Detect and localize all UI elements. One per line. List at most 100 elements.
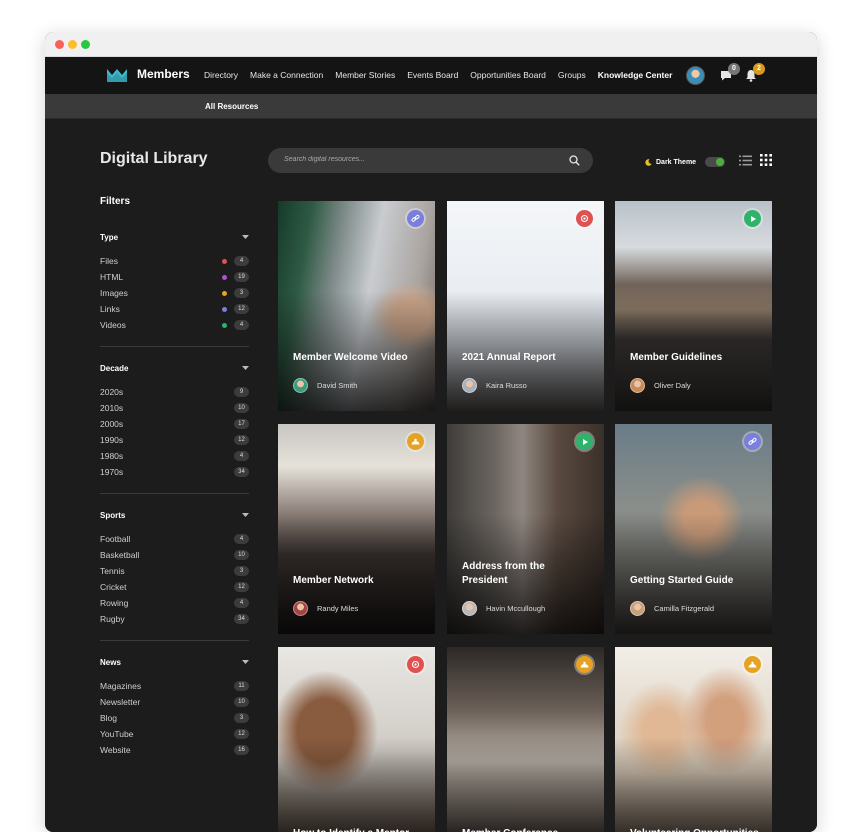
resource-card[interactable]: Volunteering Opportunities — [615, 647, 772, 832]
filter-group-header[interactable]: News — [100, 656, 249, 668]
app-name[interactable]: Members — [137, 67, 190, 81]
filter-item-2000s[interactable]: 2000s 17 — [100, 416, 249, 432]
filter-item-html[interactable]: HTML 19 — [100, 269, 249, 285]
maximize-window-button[interactable] — [81, 40, 90, 49]
filter-item-1980s[interactable]: 1980s 4 — [100, 448, 249, 464]
resource-card[interactable]: How to Identify a Mentor — [278, 647, 435, 832]
chevron-down-icon[interactable] — [242, 660, 249, 664]
filter-item-count: 10 — [234, 550, 249, 560]
filter-group-title: News — [100, 657, 121, 667]
minimize-window-button[interactable] — [68, 40, 77, 49]
filter-item-label: Magazines — [100, 681, 142, 691]
resource-card-title: Member Conference Photos — [462, 827, 592, 832]
resource-card[interactable]: Address from the President Havin Mccullou… — [447, 424, 604, 634]
nav-link-make-a-connection[interactable]: Make a Connection — [250, 70, 323, 80]
nav-link-member-stories[interactable]: Member Stories — [335, 70, 395, 80]
filter-item-magazines[interactable]: Magazines 11 — [100, 678, 249, 694]
search-icon[interactable] — [569, 155, 580, 166]
resource-card-author: Camilla Fitzgerald — [630, 601, 714, 616]
chevron-down-icon[interactable] — [242, 235, 249, 239]
filter-item-count: 4 — [234, 451, 249, 461]
grid-view-icon[interactable] — [760, 154, 772, 166]
filter-item-1990s[interactable]: 1990s 12 — [100, 432, 249, 448]
list-view-icon[interactable] — [739, 155, 752, 166]
nav-link-knowledge-center[interactable]: Knowledge Center — [598, 70, 673, 80]
filter-divider — [100, 640, 249, 641]
filter-item-videos[interactable]: Videos 4 — [100, 317, 249, 333]
filter-item-1970s[interactable]: 1970s 34 — [100, 464, 249, 480]
filter-item-count: 19 — [234, 272, 249, 282]
filter-item-label: 2020s — [100, 387, 124, 397]
user-avatar[interactable] — [686, 66, 705, 85]
nav-link-events-board[interactable]: Events Board — [407, 70, 458, 80]
nav-link-groups[interactable]: Groups — [558, 70, 586, 80]
filters-sidebar: Filters Type Files 4 HTML 19 Images 3 Links 12 Vi… — [100, 196, 249, 758]
filter-item-label: Videos — [100, 320, 126, 330]
link-icon — [744, 433, 761, 450]
filter-item-rowing[interactable]: Rowing 4 — [100, 595, 249, 611]
filter-item-images[interactable]: Images 3 — [100, 285, 249, 301]
filter-item-2020s[interactable]: 2020s 9 — [100, 384, 249, 400]
filter-item-rugby[interactable]: Rugby 34 — [100, 611, 249, 627]
filter-item-label: Website — [100, 745, 131, 755]
filter-item-cricket[interactable]: Cricket 12 — [100, 579, 249, 595]
filter-item-newsletter[interactable]: Newsletter 10 — [100, 694, 249, 710]
search-input[interactable] — [284, 156, 544, 163]
filter-item-count: 10 — [234, 697, 249, 707]
resource-card[interactable]: Member Welcome Video David Smith — [278, 201, 435, 411]
filter-item-football[interactable]: Football 4 — [100, 531, 249, 547]
resource-card-title: Address from the President — [462, 561, 545, 586]
resource-card-title: Member Network — [293, 575, 374, 586]
filter-group-header[interactable]: Sports — [100, 509, 249, 521]
filter-item-2010s[interactable]: 2010s 10 — [100, 400, 249, 416]
chevron-down-icon[interactable] — [242, 513, 249, 517]
top-navigation: Members Directory Make a Connection Member… — [45, 57, 817, 94]
chevron-down-icon[interactable] — [242, 366, 249, 370]
filter-group-header[interactable]: Type — [100, 231, 249, 243]
filter-divider — [100, 493, 249, 494]
resource-card-author: Havin Mccullough — [462, 601, 545, 616]
filter-item-label: YouTube — [100, 729, 134, 739]
filter-group-title: Decade — [100, 363, 129, 373]
window-chrome — [45, 32, 817, 57]
resource-card-title: Member Guidelines — [630, 352, 723, 363]
filter-item-label: Blog — [100, 713, 118, 723]
chat-count-badge: 0 — [728, 63, 740, 75]
author-name: Kaira Russo — [486, 381, 527, 390]
close-window-button[interactable] — [55, 40, 64, 49]
filter-item-website[interactable]: Website 16 — [100, 742, 249, 758]
resource-card[interactable]: Member Network Randy Miles — [278, 424, 435, 634]
filter-item-basketball[interactable]: Basketball 10 — [100, 547, 249, 563]
resource-card-title: 2021 Annual Report — [462, 352, 556, 363]
filter-item-youtube[interactable]: YouTube 12 — [100, 726, 249, 742]
filter-group-news: News Magazines 11 Newsletter 10 Blog 3 YouTube 1… — [100, 656, 249, 758]
filter-group-title: Sports — [100, 510, 126, 520]
filter-item-label: Links — [100, 304, 120, 314]
filter-item-label: 2000s — [100, 419, 124, 429]
resource-card[interactable]: Member Guidelines Oliver Daly — [615, 201, 772, 411]
filter-item-links[interactable]: Links 12 — [100, 301, 249, 317]
filter-item-count: 4 — [234, 320, 249, 330]
filter-item-files[interactable]: Files 4 — [100, 253, 249, 269]
filter-group-header[interactable]: Decade — [100, 362, 249, 374]
crown-logo-icon[interactable] — [107, 69, 127, 82]
filter-item-count: 10 — [234, 403, 249, 413]
filter-item-blog[interactable]: Blog 3 — [100, 710, 249, 726]
resource-card[interactable]: Member Conference Photos — [447, 647, 604, 832]
nav-link-opportunities-board[interactable]: Opportunities Board — [470, 70, 546, 80]
image-icon — [576, 656, 593, 673]
filter-group-type: Type Files 4 HTML 19 Images 3 Links 12 Videos 4 — [100, 231, 249, 333]
filter-item-label: 1970s — [100, 467, 124, 477]
subnav-all-resources[interactable]: All Resources — [205, 102, 258, 111]
resource-card[interactable]: 2021 Annual Report Kaira Russo — [447, 201, 604, 411]
filter-group-sports: Sports Football 4 Basketball 10 Tennis 3 Cricke… — [100, 509, 249, 627]
link-icon — [407, 210, 424, 227]
filter-item-label: HTML — [100, 272, 124, 282]
filter-item-label: Tennis — [100, 566, 125, 576]
dark-theme-toggle[interactable] — [705, 157, 726, 167]
filter-item-tennis[interactable]: Tennis 3 — [100, 563, 249, 579]
filter-item-label: 1990s — [100, 435, 124, 445]
nav-link-directory[interactable]: Directory — [204, 70, 238, 80]
resource-card[interactable]: Getting Started Guide Camilla Fitzgerald — [615, 424, 772, 634]
theme-switch: Dark Theme — [645, 157, 726, 167]
